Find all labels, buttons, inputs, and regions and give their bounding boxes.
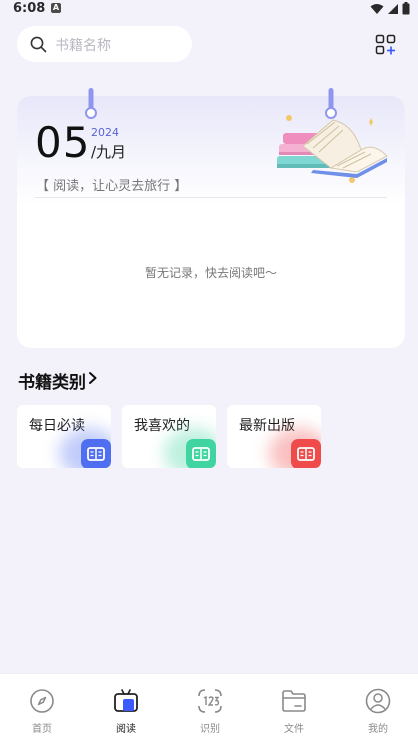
tab-reading[interactable]: 阅读 [84,674,168,746]
search-icon [30,36,47,53]
grid-add-icon[interactable] [375,34,397,56]
bottom-tab-bar: 首页 阅读 识别 文件 我的 [0,673,418,746]
tv-icon [114,689,138,712]
signal-icon [388,3,398,14]
search-placeholder: 书籍名称 [55,38,111,54]
divider [35,197,387,198]
battery-icon [402,2,410,15]
category-card-favorites[interactable]: 我喜欢的 [122,405,216,468]
tab-label: 我的 [368,724,388,735]
folder-icon [282,690,306,712]
tab-label: 首页 [32,724,52,735]
status-bar: 6:08 A [0,0,418,18]
chevron-right-icon[interactable] [88,371,98,385]
book-icon [186,439,216,468]
user-icon [365,688,391,714]
book-icon [81,439,111,468]
tab-label: 文件 [284,724,304,735]
tab-label: 阅读 [116,724,136,735]
books-illustration-icon [277,115,388,183]
category-card-daily[interactable]: 每日必读 [17,405,111,468]
status-time: 6:08 [13,1,46,16]
empty-state-text: 暂无记录，快去阅读吧～ [144,266,277,280]
wifi-icon [370,3,384,14]
status-icons [370,2,410,15]
calendar-day: 05 [35,118,91,167]
notification-icon: A [51,3,61,13]
binder-ring-icon [85,88,97,119]
tab-profile[interactable]: 我的 [336,674,418,746]
tab-files[interactable]: 文件 [252,674,336,746]
reading-motto: 【 阅读，让心灵去旅行 】 [36,179,188,194]
book-icon [291,439,321,468]
tab-home[interactable]: 首页 [0,674,84,746]
search-input[interactable]: 书籍名称 [17,26,192,62]
compass-icon [30,689,54,713]
tab-label: 识别 [200,724,220,735]
calendar-month: /九月 [91,143,127,161]
book-categories-title[interactable]: 书籍类别 [18,368,86,393]
category-card-new-releases[interactable]: 最新出版 [227,405,321,468]
tab-recognize[interactable]: 识别 [168,674,252,746]
scan-icon [198,689,222,713]
calendar-year: 2024 [91,126,119,139]
